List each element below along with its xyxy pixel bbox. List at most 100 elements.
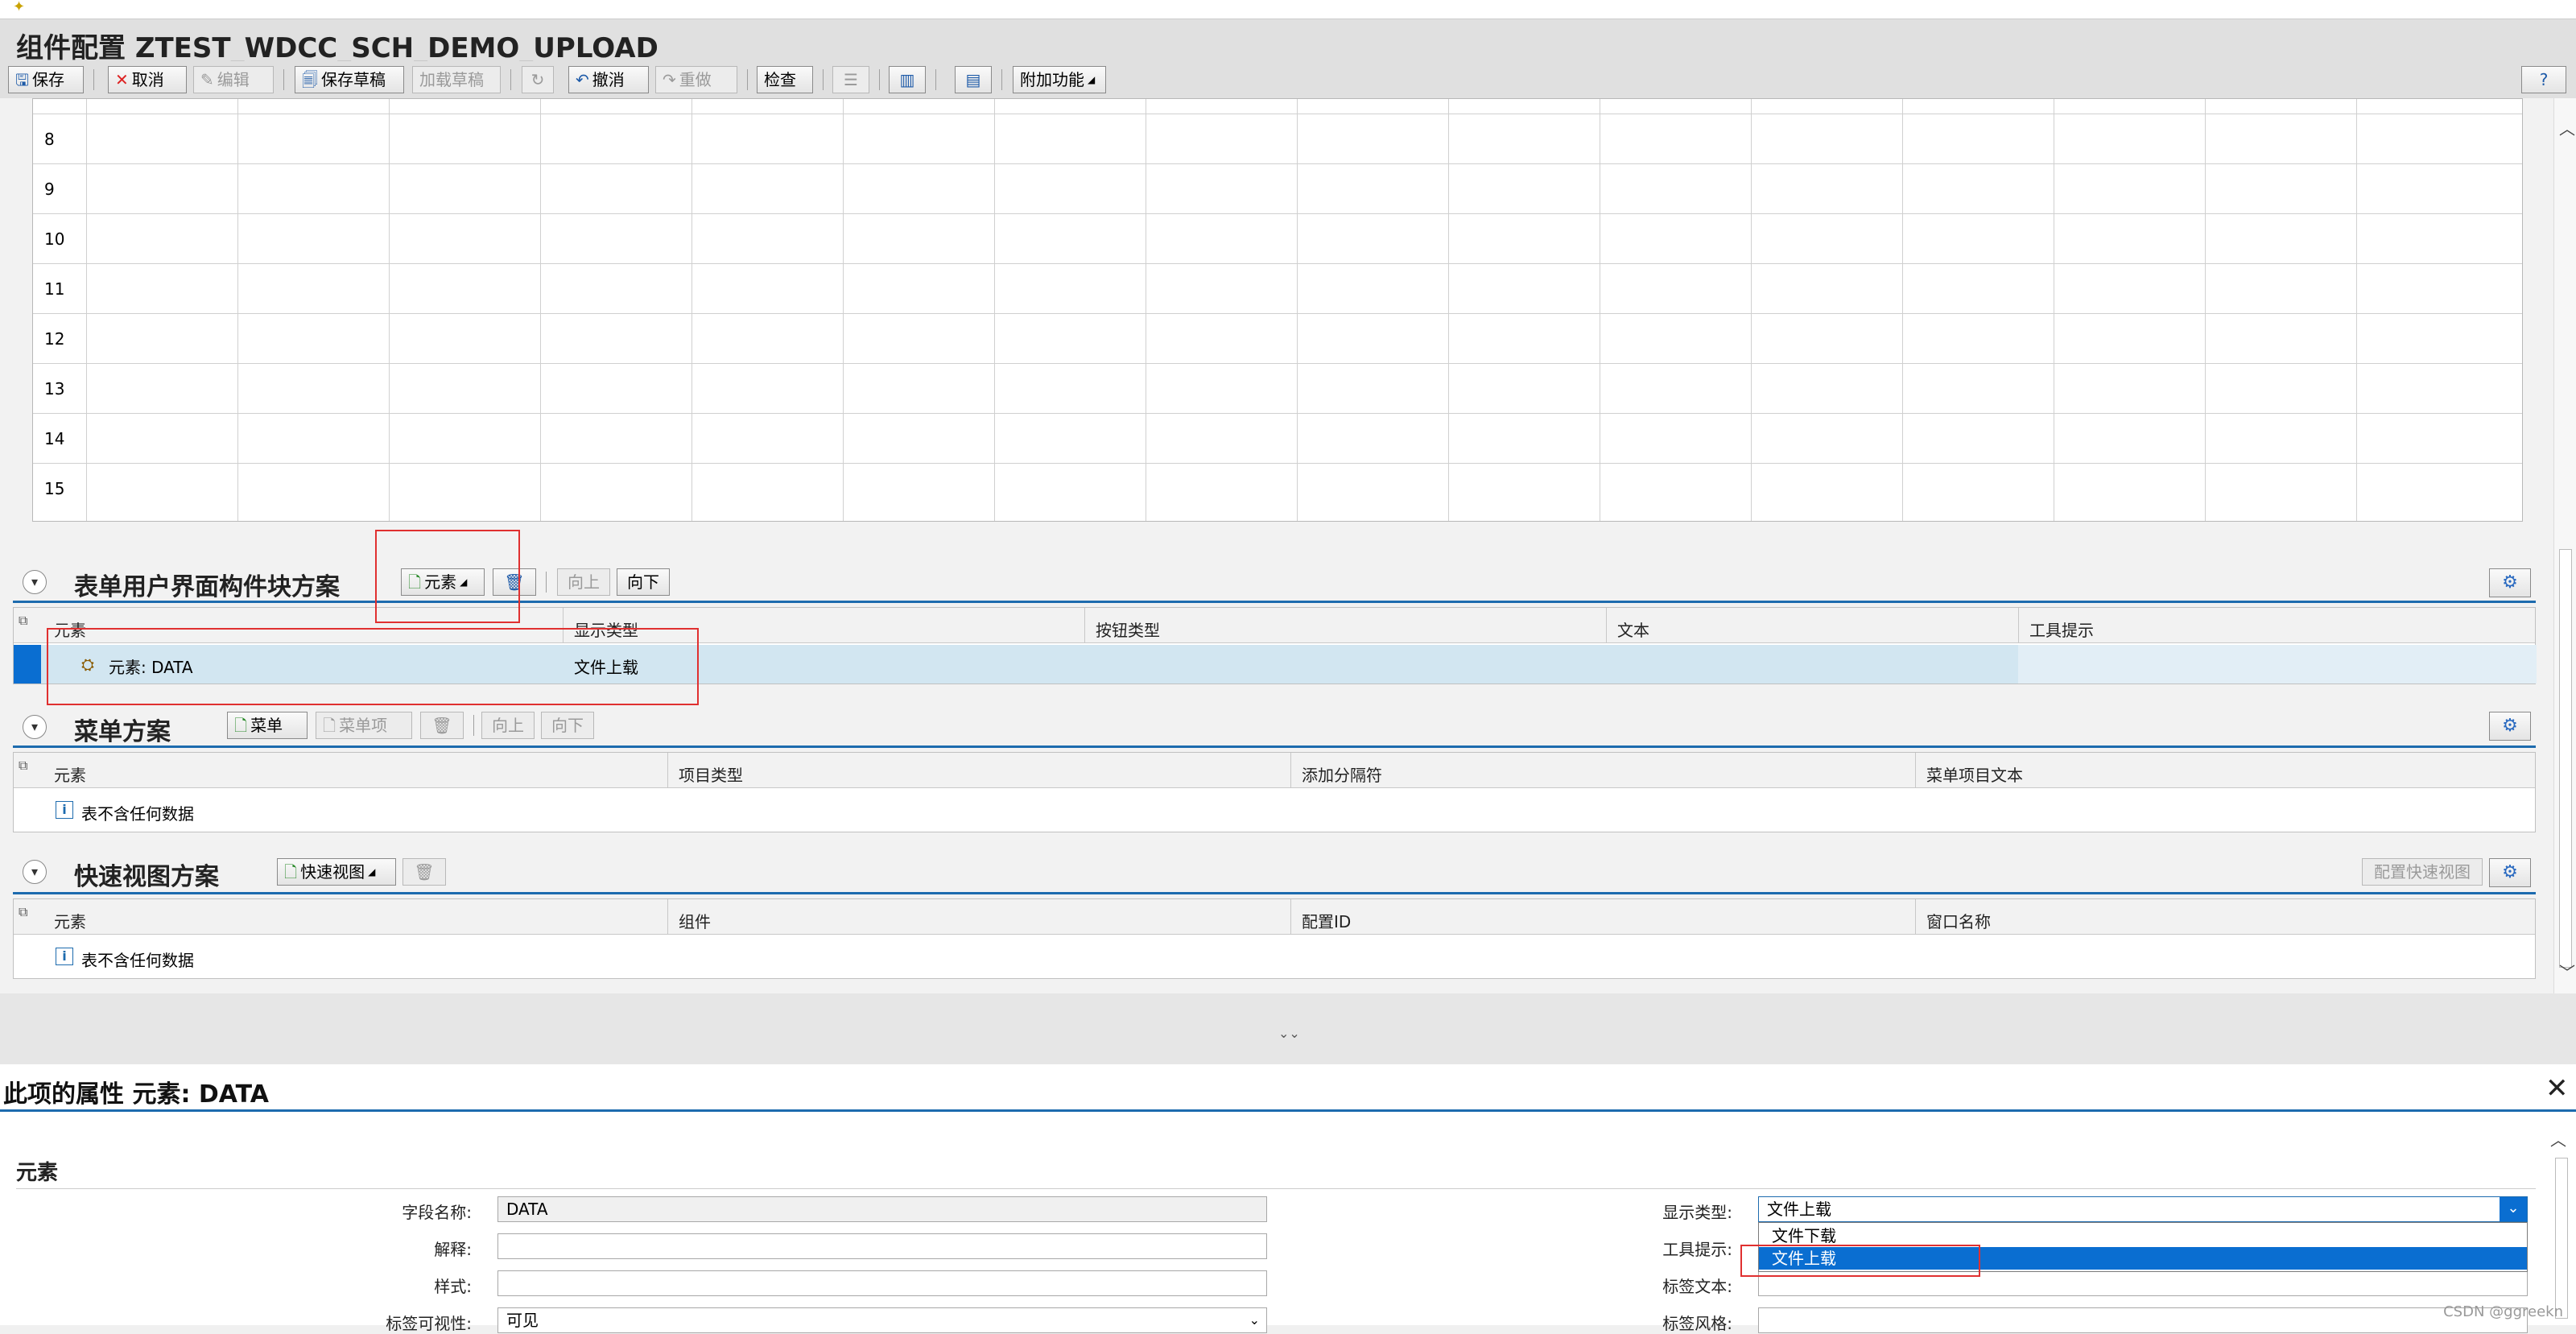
toolbar-separator — [1001, 69, 1002, 90]
highlight-box — [1740, 1245, 1980, 1277]
grid-row-line — [33, 263, 2522, 264]
label-visibility-select[interactable]: 可见 ⌄ — [497, 1307, 1267, 1333]
toolbar-separator — [93, 69, 94, 90]
personalize-quickview-section-icon[interactable]: ⚙ — [2489, 858, 2531, 887]
configure-quickview-button[interactable]: 配置快速视图 — [2362, 858, 2483, 886]
section-divider — [13, 745, 2536, 748]
help-button[interactable]: ? — [2521, 66, 2566, 93]
display-type-label: 显示类型: — [1662, 1203, 1732, 1222]
add-quickview-button[interactable]: 🗋 快速视图 ◢ — [277, 858, 396, 886]
close-icon[interactable]: ✕ — [2545, 1072, 2569, 1105]
label-style-label: 标签风格: — [1662, 1314, 1732, 1333]
row-tooltip-cell — [2018, 645, 2537, 684]
move-up-button[interactable]: 向上 — [557, 568, 610, 596]
check-button[interactable]: 检查 — [757, 66, 813, 93]
favicon-icon: ✦ — [13, 0, 26, 15]
column-header[interactable]: 元素 — [54, 762, 86, 786]
collapse-menu-section-icon[interactable]: ▾ — [23, 715, 47, 739]
upper-scrollbar[interactable]: ︿ ﹀ — [2553, 98, 2576, 993]
column-header[interactable]: 按钮类型 — [1096, 617, 1160, 641]
load-draft-label: 加载草稿 — [419, 70, 484, 89]
splitter-grip-icon[interactable]: ⌄⌄ — [1278, 1026, 1300, 1041]
explanation-input[interactable] — [497, 1233, 1267, 1259]
undo-button[interactable]: ↶ 撤消 — [568, 66, 649, 93]
dropdown-option[interactable]: 文件下载 — [1759, 1225, 2527, 1247]
field-name-input[interactable]: DATA — [497, 1196, 1267, 1222]
delete-quickview-button[interactable]: 🗑 — [402, 858, 446, 886]
help-icon: ? — [2539, 70, 2549, 89]
edit-button[interactable]: ✎ 编辑 — [193, 66, 274, 93]
column-header[interactable]: 工具提示 — [2029, 617, 2094, 641]
column-header[interactable]: 窗口名称 — [1926, 909, 1991, 932]
display-type-value: 文件上载 — [1767, 1200, 1831, 1219]
collapse-quickview-section-icon[interactable]: ▾ — [23, 860, 47, 884]
collapse-form-section-icon[interactable]: ▾ — [23, 570, 47, 594]
scroll-up-icon[interactable]: ︿ — [2550, 1127, 2566, 1150]
menu-move-up-button[interactable]: 向上 — [481, 712, 535, 739]
edit-label: 编辑 — [217, 70, 250, 89]
grid-column-line — [237, 99, 238, 521]
table-header: ⧉ 元素 项目类型 添加分隔符 菜单项目文本 — [14, 753, 2535, 788]
redo-button[interactable]: ↷ 重做 — [655, 66, 737, 93]
column-header[interactable]: 组件 — [679, 909, 711, 932]
properties-scroll-thumb[interactable] — [2555, 1158, 2568, 1319]
refresh-button[interactable]: ↻ — [522, 66, 554, 93]
column-header[interactable]: 文本 — [1617, 617, 1649, 641]
panel-splitter[interactable]: ⌄⌄ — [0, 993, 2576, 1064]
column-header[interactable]: 元素 — [54, 909, 86, 932]
grid-column-line — [1297, 99, 1298, 521]
layout-rows-button[interactable]: ☰ — [832, 66, 869, 93]
column-separator — [1915, 899, 1916, 935]
title-bar: 组件配置 ZTEST_WDCC_SCH_DEMO_UPLOAD — [0, 19, 2576, 64]
info-icon: i — [56, 948, 73, 965]
add-menu-label: 菜单 — [250, 716, 283, 735]
save-draft-button[interactable]: 🗐 保存草稿 — [295, 66, 404, 93]
grid-column-line — [2205, 99, 2206, 521]
personalize-menu-section-icon[interactable]: ⚙ — [2489, 712, 2531, 741]
menu-move-down-button[interactable]: 向下 — [541, 712, 594, 739]
form-section-title: 表单用户界面构件块方案 — [74, 573, 340, 601]
scroll-up-icon[interactable]: ︿ — [2559, 116, 2575, 139]
add-document-icon: 🗋 — [284, 862, 298, 882]
load-draft-button[interactable]: 加载草稿 — [412, 66, 501, 93]
column-header[interactable]: 项目类型 — [679, 762, 743, 786]
column-header[interactable]: 菜单项目文本 — [1926, 762, 2023, 786]
add-menu-item-label: 菜单项 — [339, 716, 388, 735]
personalize-form-section-icon[interactable]: ⚙ — [2489, 568, 2531, 597]
grid-column-line — [1448, 99, 1449, 521]
style-label: 样式: — [434, 1277, 472, 1296]
column-header[interactable]: 配置ID — [1302, 909, 1351, 932]
display-type-select[interactable]: 文件上载 ⌄ — [1758, 1196, 2528, 1222]
column-header[interactable]: 添加分隔符 — [1302, 762, 1382, 786]
chevron-down-icon[interactable]: ⌄ — [2500, 1197, 2527, 1221]
add-menu-item-button[interactable]: 🗋 菜单项 — [316, 712, 412, 739]
save-button[interactable]: 🖫 保存 — [8, 66, 84, 93]
select-all-icon[interactable]: ⧉ — [19, 758, 27, 774]
delete-menu-button[interactable]: 🗑 — [420, 712, 464, 739]
label-style-select[interactable] — [1758, 1307, 2528, 1333]
toolbar-separator — [473, 715, 474, 736]
grid-column-line — [843, 99, 844, 521]
select-all-icon[interactable]: ⧉ — [19, 613, 27, 629]
column-separator — [2018, 608, 2019, 643]
row-selector[interactable] — [14, 645, 41, 684]
label-text-label: 标签文本: — [1662, 1277, 1732, 1296]
chevron-down-icon: ⌄ — [1249, 1312, 1260, 1328]
scroll-thumb[interactable] — [2559, 549, 2572, 968]
highlight-box — [47, 628, 699, 705]
select-all-icon[interactable]: ⧉ — [19, 904, 27, 920]
scroll-down-icon[interactable]: ﹀ — [2559, 960, 2575, 983]
main-toolbar: 🖫 保存 ✕ 取消 ✎ 编辑 🗐 保存草稿 加载草稿 ↻ ↶ 撤消 ↷ 重做 检查 ☰ ▥ … — [0, 61, 2576, 98]
style-input[interactable] — [497, 1270, 1267, 1296]
undo-icon: ↶ — [576, 70, 589, 89]
extra-functions-button[interactable]: 附加功能 ◢ — [1013, 66, 1106, 93]
layout-split-button[interactable]: ▤ — [955, 66, 992, 93]
column-separator — [1606, 608, 1607, 643]
add-menu-button[interactable]: 🗋 菜单 — [227, 712, 308, 739]
cancel-button[interactable]: ✕ 取消 — [108, 66, 187, 93]
toolbar-separator — [935, 69, 936, 90]
column-separator — [667, 899, 668, 935]
layout-columns-button[interactable]: ▥ — [889, 66, 926, 93]
move-down-button[interactable]: 向下 — [617, 568, 670, 596]
group-title: 元素 — [16, 1161, 59, 1185]
